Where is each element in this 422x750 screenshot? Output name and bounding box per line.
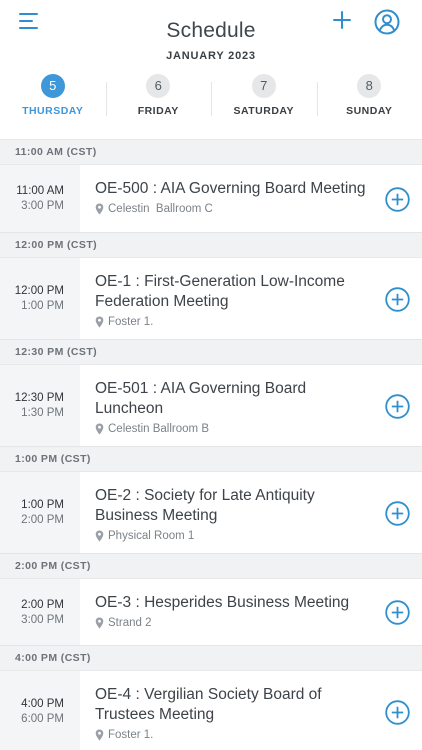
event-details: OE-4 : Vergilian Society Board of Truste…	[80, 671, 422, 750]
event-end-time: 3:00 PM	[21, 200, 64, 212]
day-tabs: 5 THURSDAY 6 FRIDAY 7 SATURDAY 8 SUNDAY	[0, 74, 422, 140]
event-start-time: 4:00 PM	[21, 698, 64, 710]
day-number: 6	[146, 74, 171, 98]
event-start-time: 12:00 PM	[14, 285, 64, 297]
event-start-time: 2:00 PM	[21, 598, 64, 611]
event-end-time: 2:00 PM	[21, 514, 64, 526]
event-details: OE-501 : AIA Governing Board Luncheon Ce…	[80, 365, 422, 446]
event-time: 12:30 PM 1:30 PM	[0, 365, 80, 446]
event-time: 12:00 PM 1:00 PM	[0, 258, 80, 339]
day-name: SATURDAY	[233, 105, 295, 117]
event-start-time: 1:00 PM	[21, 499, 64, 511]
time-section-header: 1:00 PM (CST)	[0, 447, 422, 472]
event-location-text: Celestin Ballroom B	[108, 423, 209, 435]
event-title: OE-501 : AIA Governing Board Luncheon	[95, 380, 307, 417]
event-details: OE-1 : First-Generation Low-Income Feder…	[80, 258, 422, 339]
location-pin-icon	[95, 316, 104, 328]
day-number: 8	[357, 74, 382, 98]
event-row[interactable]: 12:30 PM 1:30 PM OE-501 : AIA Governing …	[0, 365, 422, 447]
location-pin-icon	[95, 423, 104, 435]
event-location-text: Physical Room 1	[108, 530, 195, 542]
top-bar: Schedule	[0, 0, 422, 46]
day-tab-friday[interactable]: 6 FRIDAY	[105, 74, 212, 139]
event-location-text: Celestin Ballroom C	[108, 203, 213, 215]
event-location-text: Foster 1.	[108, 729, 154, 741]
event-details: OE-3 : Hesperides Business Meeting Stran…	[80, 579, 422, 645]
event-location: Strand 2	[95, 617, 366, 629]
add-to-schedule-icon[interactable]	[385, 600, 410, 625]
day-number: 7	[251, 74, 276, 98]
event-time: 2:00 PM 3:00 PM	[0, 579, 80, 645]
event-end-time: 6:00 PM	[21, 713, 64, 725]
add-to-schedule-icon[interactable]	[385, 187, 410, 212]
event-location-text: Strand 2	[108, 617, 152, 629]
event-location: Celestin Ballroom B	[95, 423, 366, 435]
add-to-schedule-icon[interactable]	[385, 700, 410, 725]
event-time: 11:00 AM 3:00 PM	[0, 165, 80, 232]
event-end-time: 3:00 PM	[21, 613, 64, 626]
day-name: THURSDAY	[22, 105, 84, 117]
day-name: FRIDAY	[137, 105, 179, 117]
event-details: OE-500 : AIA Governing Board Meeting Cel…	[80, 165, 422, 232]
event-title: OE-4 : Vergilian Society Board of Truste…	[95, 686, 322, 723]
time-section-header: 12:30 PM (CST)	[0, 340, 422, 365]
location-pin-icon	[95, 530, 104, 542]
add-to-schedule-icon[interactable]	[385, 287, 410, 312]
event-end-time: 1:00 PM	[21, 300, 64, 312]
event-row[interactable]: 1:00 PM 2:00 PM OE-2 : Society for Late …	[0, 472, 422, 554]
time-section-header: 11:00 AM (CST)	[0, 140, 422, 165]
add-to-schedule-icon[interactable]	[385, 394, 410, 419]
event-location: Foster 1.	[95, 316, 366, 328]
event-title: OE-2 : Society for Late Antiquity Busine…	[95, 487, 315, 524]
time-section-header: 12:00 PM (CST)	[0, 233, 422, 258]
day-tab-sunday[interactable]: 8 SUNDAY	[316, 74, 422, 139]
day-tab-thursday[interactable]: 5 THURSDAY	[0, 74, 106, 139]
time-section-header: 4:00 PM (CST)	[0, 646, 422, 671]
schedule-screen: Schedule JANUARY 2023 5 THURSDAY 6 FRIDA…	[0, 0, 422, 750]
add-to-schedule-icon[interactable]	[385, 501, 410, 526]
day-number: 5	[40, 74, 65, 98]
event-row[interactable]: 11:00 AM 3:00 PM OE-500 : AIA Governing …	[0, 165, 422, 233]
add-event-button[interactable]	[331, 9, 353, 31]
page-title: Schedule	[166, 19, 256, 42]
location-pin-icon	[95, 729, 104, 741]
event-row[interactable]: 12:00 PM 1:00 PM OE-1 : First-Generation…	[0, 258, 422, 340]
event-location: Foster 1.	[95, 729, 366, 741]
event-title: OE-500 : AIA Governing Board Meeting	[95, 180, 366, 197]
user-circle-icon[interactable]	[374, 9, 400, 35]
day-name: SUNDAY	[346, 105, 393, 117]
event-location: Physical Room 1	[95, 530, 366, 542]
event-row[interactable]: 4:00 PM 6:00 PM OE-4 : Vergilian Society…	[0, 671, 422, 750]
month-label: JANUARY 2023	[166, 50, 256, 62]
event-title: OE-3 : Hesperides Business Meeting	[95, 594, 350, 611]
event-title: OE-1 : First-Generation Low-Income Feder…	[95, 273, 345, 310]
time-section-header: 2:00 PM (CST)	[0, 554, 422, 579]
location-pin-icon	[95, 617, 104, 629]
event-start-time: 12:30 PM	[14, 392, 64, 404]
event-time: 4:00 PM 6:00 PM	[0, 671, 80, 750]
event-location-text: Foster 1.	[108, 316, 154, 328]
location-pin-icon	[95, 203, 104, 215]
day-tab-saturday[interactable]: 7 SATURDAY	[211, 74, 317, 139]
event-start-time: 11:00 AM	[16, 185, 64, 197]
event-location: Celestin Ballroom C	[95, 203, 366, 215]
event-details: OE-2 : Society for Late Antiquity Busine…	[80, 472, 422, 553]
event-time: 1:00 PM 2:00 PM	[0, 472, 80, 553]
event-row[interactable]: 2:00 PM 3:00 PM OE-3 : Hesperides Busine…	[0, 579, 422, 646]
event-end-time: 1:30 PM	[21, 407, 64, 419]
